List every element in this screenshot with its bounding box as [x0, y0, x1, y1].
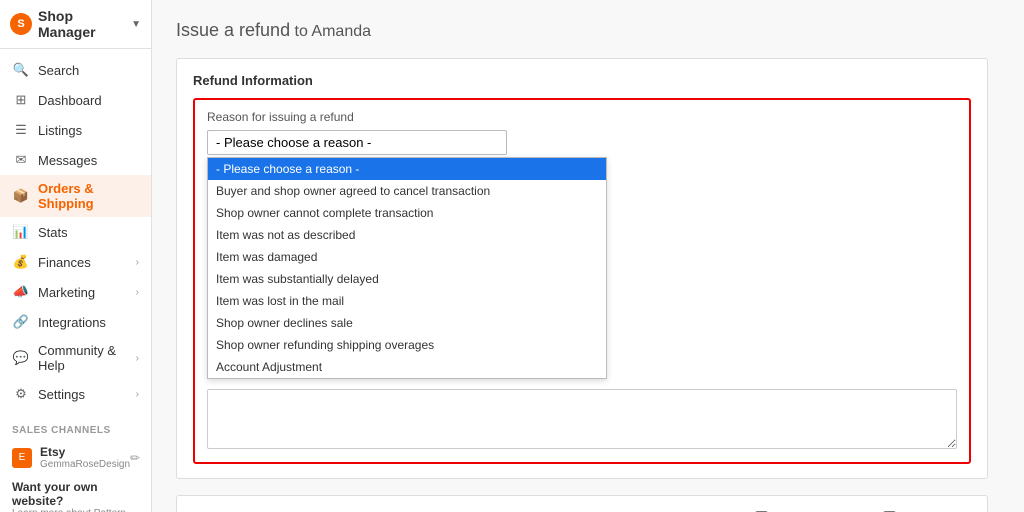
- arrow-icon: ›: [136, 287, 139, 298]
- sidebar-item-messages[interactable]: ✉ Messages: [0, 145, 151, 175]
- etsy-icon: E: [12, 448, 32, 468]
- shop-manager-label: Shop Manager: [38, 8, 127, 40]
- dropdown-list-item[interactable]: Shop owner refunding shipping overages: [208, 334, 606, 356]
- dropdown-overlay: - Please choose a reason - Buyer and sho…: [207, 157, 957, 379]
- edit-icon[interactable]: ✏: [130, 451, 140, 465]
- sidebar: S Shop Manager ▼ 🔍 Search ⊞ Dashboard ☰ …: [0, 0, 152, 512]
- sidebar-item-search[interactable]: 🔍 Search: [0, 55, 151, 85]
- sidebar-item-marketing[interactable]: 📣 Marketing ›: [0, 277, 151, 307]
- chevron-down-icon: ▼: [131, 19, 141, 30]
- stats-icon: 📊: [12, 223, 30, 241]
- sidebar-item-label: Dashboard: [38, 93, 102, 108]
- sidebar-item-label: Marketing: [38, 285, 95, 300]
- sidebar-item-label: Integrations: [38, 315, 106, 330]
- sidebar-item-label: Community & Help: [38, 343, 136, 373]
- sidebar-item-settings[interactable]: ⚙ Settings ›: [0, 379, 151, 409]
- orders-icon: 📦: [12, 187, 30, 205]
- search-icon: 🔍: [12, 61, 30, 79]
- reason-select[interactable]: - Please choose a reason - Buyer and sho…: [207, 130, 507, 155]
- reason-label: Reason for issuing a refund: [207, 110, 957, 124]
- pattern-promo[interactable]: Want your own website? Learn more about …: [0, 475, 151, 512]
- dropdown-list-item[interactable]: Item was lost in the mail: [208, 290, 606, 312]
- arrow-icon: ›: [136, 257, 139, 268]
- message-textarea[interactable]: [207, 389, 957, 449]
- listings-icon: ☰: [12, 121, 30, 139]
- dropdown-list-item[interactable]: Item was not as described: [208, 224, 606, 246]
- main-content: Issue a refund to Amanda Refund Informat…: [152, 0, 1024, 512]
- etsy-channel-info: Etsy GemmaRoseDesign: [40, 445, 130, 470]
- sidebar-nav: 🔍 Search ⊞ Dashboard ☰ Listings ✉ Messag…: [0, 49, 151, 415]
- dropdown-list-item[interactable]: - Please choose a reason -: [208, 158, 606, 180]
- arrow-icon: ›: [136, 353, 139, 364]
- sidebar-item-stats[interactable]: 📊 Stats: [0, 217, 151, 247]
- reason-dropdown-box: Reason for issuing a refund - Please cho…: [193, 98, 971, 464]
- sidebar-item-listings[interactable]: ☰ Listings: [0, 115, 151, 145]
- integrations-icon: 🔗: [12, 313, 30, 331]
- shop-manager-header[interactable]: S Shop Manager ▼: [0, 0, 151, 49]
- community-icon: 💬: [12, 349, 30, 367]
- sidebar-item-label: Search: [38, 63, 79, 78]
- dropdown-list-item[interactable]: Account Adjustment: [208, 356, 606, 378]
- pattern-sub: Learn more about Pattern: [12, 508, 139, 512]
- pattern-title: Want your own website?: [12, 480, 139, 508]
- sidebar-item-community[interactable]: 💬 Community & Help ›: [0, 337, 151, 379]
- sidebar-item-label: Messages: [38, 153, 97, 168]
- settings-icon: ⚙: [12, 385, 30, 403]
- sidebar-item-label: Listings: [38, 123, 82, 138]
- dropdown-list-item[interactable]: Item was damaged: [208, 246, 606, 268]
- sidebar-item-integrations[interactable]: 🔗 Integrations: [0, 307, 151, 337]
- sidebar-item-label: Settings: [38, 387, 85, 402]
- refund-info-title: Refund Information: [193, 73, 971, 88]
- message-area: [207, 389, 957, 452]
- etsy-channel[interactable]: E Etsy GemmaRoseDesign ✏: [0, 440, 151, 475]
- sidebar-item-finances[interactable]: 💰 Finances ›: [0, 247, 151, 277]
- shop-icon: S: [10, 13, 32, 35]
- dropdown-list-item[interactable]: Shop owner cannot complete transaction: [208, 202, 606, 224]
- finances-icon: 💰: [12, 253, 30, 271]
- sidebar-item-orders[interactable]: 📦 Orders & Shipping: [0, 175, 151, 217]
- dropdown-list-item[interactable]: Item was substantially delayed: [208, 268, 606, 290]
- dashboard-icon: ⊞: [12, 91, 30, 109]
- page-title: Issue a refund to Amanda: [176, 16, 988, 42]
- refund-info-section: Refund Information Reason for issuing a …: [176, 58, 988, 479]
- dropdown-list: - Please choose a reason - Buyer and sho…: [207, 157, 607, 379]
- sidebar-item-label: Orders & Shipping: [38, 181, 139, 211]
- sidebar-item-label: Finances: [38, 255, 91, 270]
- dropdown-wrapper: - Please choose a reason - Buyer and sho…: [207, 130, 507, 155]
- etsy-sub: GemmaRoseDesign: [40, 459, 130, 470]
- messages-icon: ✉: [12, 151, 30, 169]
- arrow-icon: ›: [136, 389, 139, 400]
- dropdown-list-item[interactable]: Buyer and shop owner agreed to cancel tr…: [208, 180, 606, 202]
- marketing-icon: 📣: [12, 283, 30, 301]
- sidebar-item-dashboard[interactable]: ⊞ Dashboard: [0, 85, 151, 115]
- sales-channels-label: SALES CHANNELS: [0, 415, 151, 440]
- sidebar-item-label: Stats: [38, 225, 68, 240]
- order-section: Order #1868367275 — 1 item Issue a full …: [176, 495, 988, 512]
- etsy-name: Etsy: [40, 445, 130, 459]
- dropdown-list-item[interactable]: Shop owner declines sale: [208, 312, 606, 334]
